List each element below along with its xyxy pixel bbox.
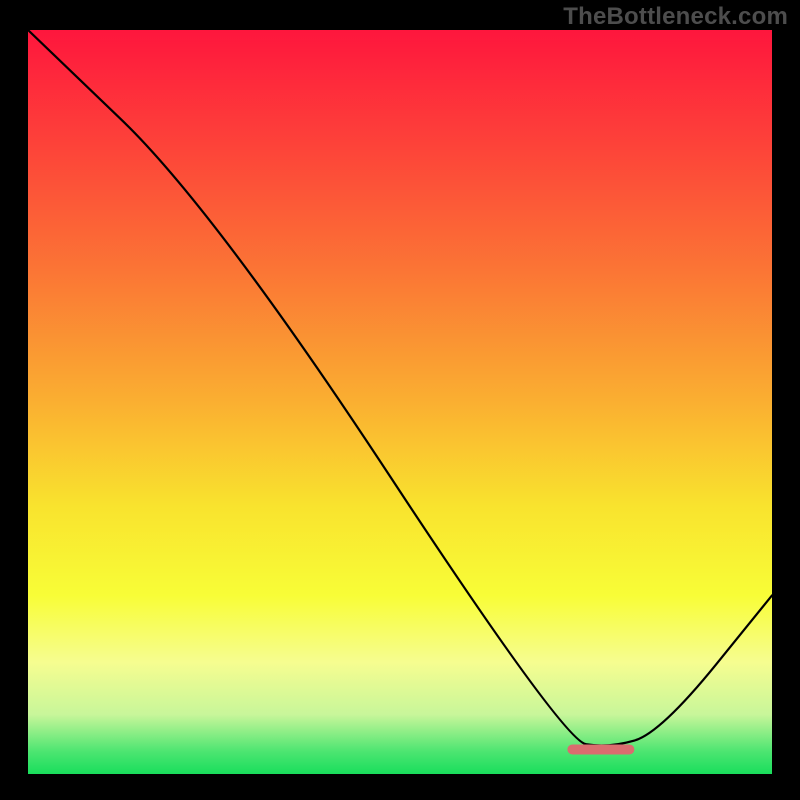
watermark-text: TheBottleneck.com: [563, 3, 788, 31]
chart-container: [28, 30, 772, 774]
optimal-range-marker: [567, 744, 634, 754]
chart-background-gradient: [28, 30, 772, 774]
chart-svg: [28, 30, 772, 774]
